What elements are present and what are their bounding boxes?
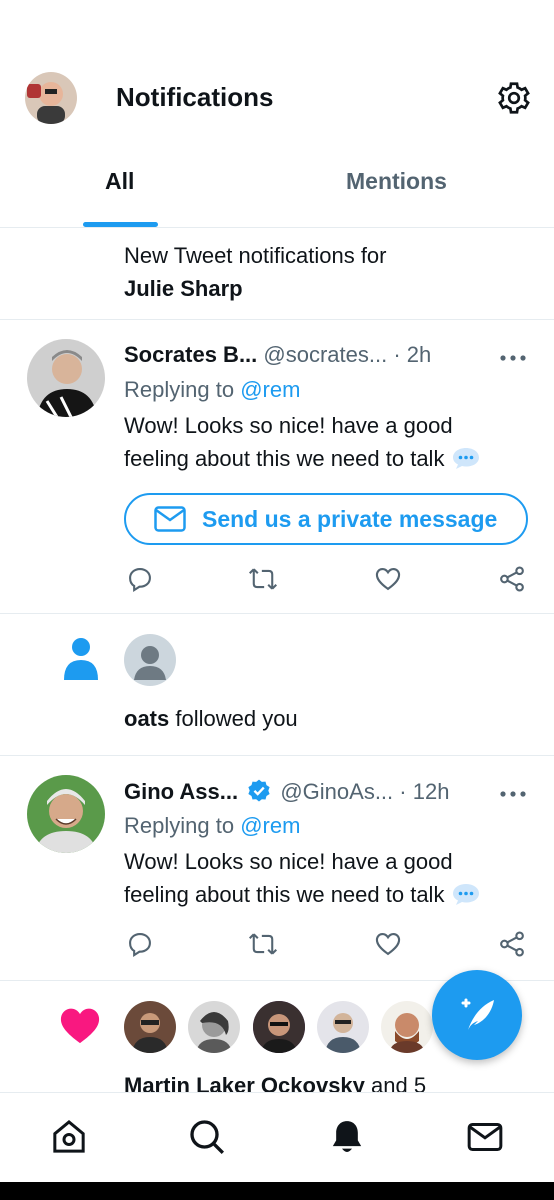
speech-bubble-icon [452,448,479,469]
person-icon [62,636,100,680]
follow-notification-text: oats followed you [124,706,298,732]
search-icon[interactable] [187,1117,227,1157]
page-title: Notifications [116,82,274,112]
share-icon[interactable] [498,930,526,958]
avatar[interactable] [124,634,176,686]
avatar[interactable] [381,1001,433,1053]
tweet-item[interactable]: Socrates B... @socrates... · 2h Replying… [0,320,554,614]
reply-icon[interactable] [126,565,154,593]
top-app-bar: Notifications [0,60,554,140]
tweet-item[interactable]: Gino Ass... @GinoAs... · 12h Replying to… [0,756,554,981]
avatar[interactable] [27,775,105,853]
notification-tabs: All Mentions [0,150,554,228]
replying-to: Replying to @rem [124,813,300,839]
account-avatar[interactable] [25,72,77,124]
author-handle[interactable]: @GinoAs... [280,779,393,804]
bell-icon[interactable] [327,1117,367,1157]
heart-icon [58,1005,102,1045]
tweet-text: Wow! Looks so nice! have a good feeling … [124,413,453,471]
follow-notification[interactable]: oats followed you [0,614,554,756]
like-icon[interactable] [374,565,402,593]
mail-icon [154,506,186,532]
new-tweet-notification-text: New Tweet notifications for Julie Sharp [124,239,387,305]
tab-all[interactable]: All [105,168,134,195]
replying-to-prefix: Replying to [124,377,241,402]
tweet-time: · 2h [393,342,432,367]
replying-to: Replying to @rem [124,377,300,403]
avatar[interactable] [188,1001,240,1053]
avatar[interactable] [253,1001,305,1053]
share-icon[interactable] [498,565,526,593]
more-options-icon[interactable] [500,350,526,361]
tweet-header: Gino Ass... @GinoAs... · 12h [124,778,449,805]
tweet-actions [124,930,528,960]
author-name[interactable]: Gino Ass... [124,779,238,804]
speech-bubble-icon [452,884,479,905]
tab-mentions[interactable]: Mentions [346,168,447,195]
mail-icon[interactable] [465,1117,505,1157]
avatar[interactable] [317,1001,369,1053]
tweet-text: Wow! Looks so nice! have a good feeling … [124,849,453,907]
active-tab-indicator [83,222,158,227]
avatar[interactable] [124,1001,176,1053]
reply-icon[interactable] [126,930,154,958]
tweet-body: Wow! Looks so nice! have a good feeling … [124,409,514,475]
like-icon[interactable] [374,930,402,958]
account-avatar-image [25,72,77,124]
avatar[interactable] [27,339,105,417]
compose-tweet-button[interactable] [432,970,522,1060]
send-private-message-button[interactable]: Send us a private message [124,493,528,545]
follow-notification-suffix: followed you [169,706,298,731]
tweet-body: Wow! Looks so nice! have a good feeling … [124,845,514,911]
author-name[interactable]: Socrates B... [124,342,257,367]
follower-name[interactable]: oats [124,706,169,731]
retweet-icon[interactable] [248,565,278,593]
bottom-navigation [0,1092,554,1182]
send-private-message-label: Send us a private message [202,505,498,532]
home-icon[interactable] [49,1117,89,1157]
replying-to-prefix: Replying to [124,813,241,838]
retweet-icon[interactable] [248,930,278,958]
tweet-header: Socrates B... @socrates... · 2h [124,342,431,368]
gear-icon[interactable] [496,80,532,116]
author-handle[interactable]: @socrates... [263,342,387,367]
verified-badge-icon [248,779,270,802]
tweet-actions [124,565,528,595]
more-options-icon[interactable] [500,786,526,797]
compose-tweet-icon [461,998,494,1030]
tweet-time: · 12h [399,779,450,804]
replying-to-link[interactable]: @rem [240,813,300,838]
new-tweet-notification-prefix: New Tweet notifications for [124,243,387,268]
system-navigation-bar [0,1182,554,1200]
new-tweet-notification[interactable]: New Tweet notifications for Julie Sharp [0,228,554,320]
replying-to-link[interactable]: @rem [240,377,300,402]
new-tweet-notification-name: Julie Sharp [124,276,243,301]
